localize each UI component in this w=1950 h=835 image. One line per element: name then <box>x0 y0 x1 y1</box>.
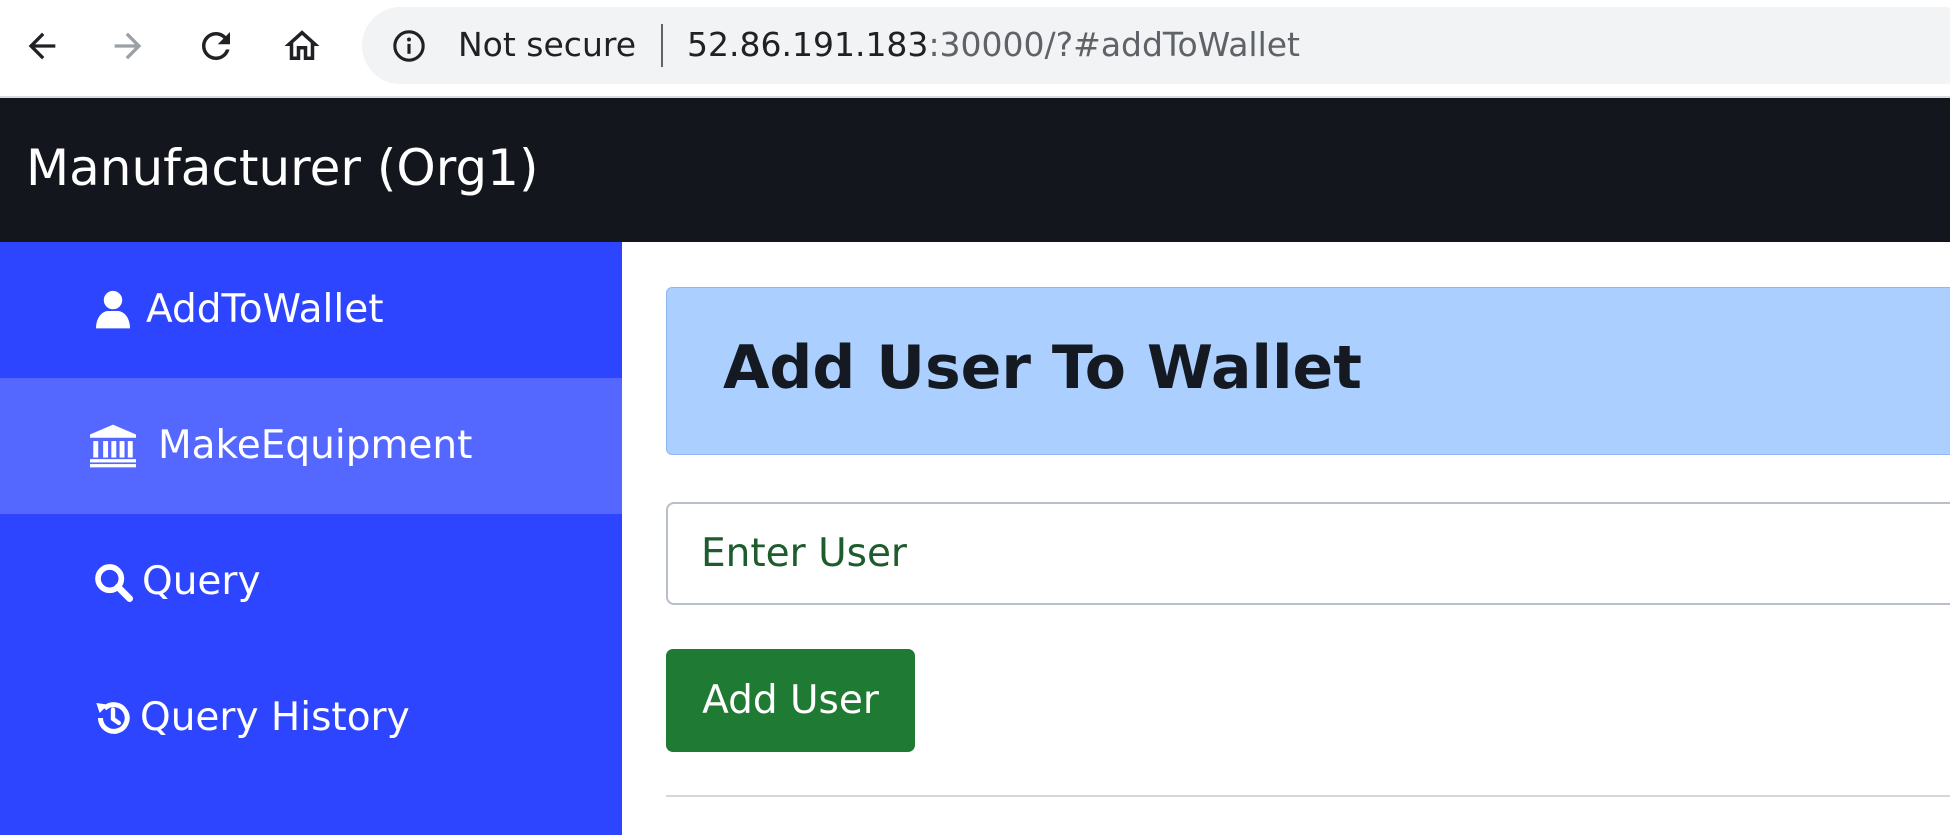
back-arrow-icon <box>28 32 56 60</box>
user-icon <box>88 285 138 335</box>
sidebar-item-label: Query <box>142 559 261 604</box>
brand-title[interactable]: Manufacturer (Org1) <box>26 138 538 198</box>
add-user-button[interactable]: Add User <box>666 649 915 752</box>
reload-button[interactable] <box>188 18 244 74</box>
address-bar[interactable]: Not secure 52.86.191.183:30000/?#addToWa… <box>362 7 1950 84</box>
search-icon <box>88 557 138 607</box>
home-button[interactable] <box>274 18 330 74</box>
forward-button[interactable] <box>100 18 156 74</box>
sidebar-item-label: Query History <box>140 695 410 740</box>
forward-arrow-icon <box>114 32 142 60</box>
page-header: Add User To Wallet <box>666 287 1950 455</box>
sidebar-item-makeequipment[interactable]: MakeEquipment <box>0 378 622 514</box>
sidebar-item-query[interactable]: Query <box>0 514 622 650</box>
url-path: :30000/?#addToWallet <box>928 25 1300 64</box>
page-title: Add User To Wallet <box>723 333 1362 403</box>
url-host: 52.86.191.183 <box>687 25 929 64</box>
browser-toolbar: Not secure 52.86.191.183:30000/?#addToWa… <box>0 0 1950 98</box>
sidebar-item-label: AddToWallet <box>146 287 384 332</box>
bank-icon <box>88 421 138 471</box>
omnibox-divider <box>661 24 663 67</box>
divider <box>666 795 1950 797</box>
enter-user-input[interactable] <box>666 502 1950 605</box>
sidebar-item-query-history[interactable]: Query History <box>0 650 622 786</box>
home-icon <box>284 30 320 60</box>
app-navbar: Manufacturer (Org1) <box>0 98 1950 242</box>
sidebar-item-label: MakeEquipment <box>158 423 473 468</box>
url-text[interactable]: 52.86.191.183:30000/?#addToWallet <box>687 25 1300 65</box>
reload-icon <box>202 31 230 60</box>
sidebar-item-addtowallet[interactable]: AddToWallet <box>0 242 622 378</box>
main-content: Add User To Wallet Add User <box>622 242 1950 835</box>
sidebar: AddToWallet MakeEquipment Query Query Hi… <box>0 242 622 835</box>
info-icon[interactable] <box>392 29 426 63</box>
back-button[interactable] <box>14 18 70 74</box>
security-status[interactable]: Not secure <box>458 25 636 65</box>
history-icon <box>88 693 138 743</box>
